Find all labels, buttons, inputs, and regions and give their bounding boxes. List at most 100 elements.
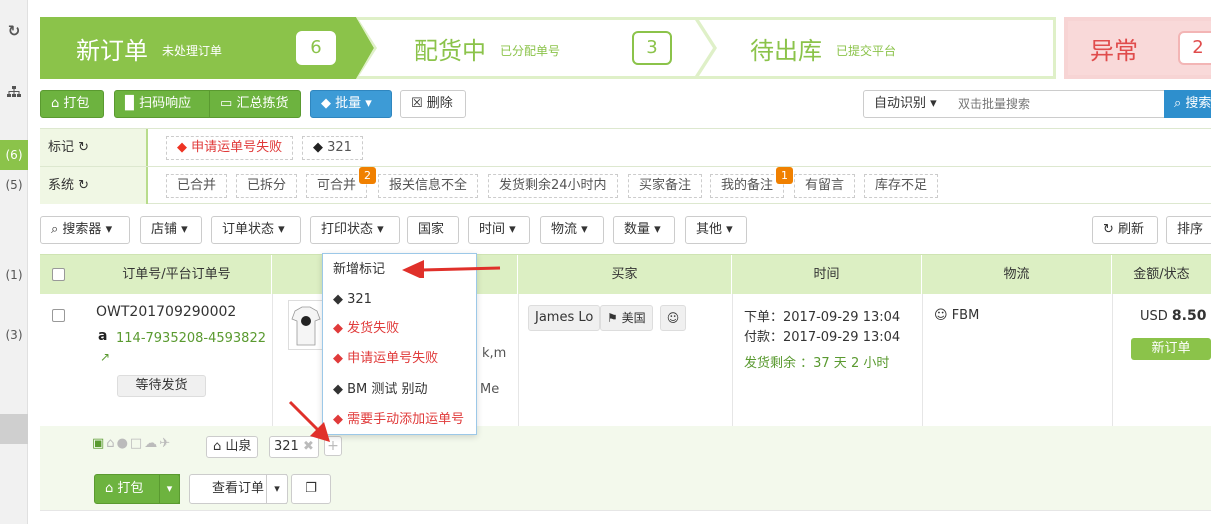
dropdown-item-ship-failed[interactable]: ◆ 发货失败 (333, 319, 399, 339)
tab-exception[interactable]: 异常 2 (1064, 17, 1211, 79)
order-status-dropdown[interactable]: 订单状态 ▾ (211, 216, 301, 244)
system-tag-my-note[interactable]: 我的备注 1 (710, 167, 794, 198)
buyer-name[interactable]: James Lo (528, 305, 601, 331)
tag-icon: ◆ (333, 351, 343, 366)
caret-down-icon: ▾ (930, 96, 937, 111)
red-arrow-annotation (288, 400, 330, 442)
refresh-icon[interactable]: ↻ (78, 178, 89, 193)
mark-tag-apply-failed[interactable]: ◆ 申请运单号失败 (166, 136, 294, 160)
tab-picking[interactable]: 配货中 已分配单号 3 (356, 17, 716, 79)
delete-button[interactable]: ☒ 删除 (400, 90, 466, 118)
system-tag-ship-within-24h[interactable]: 发货剩余24小时内 (488, 174, 618, 198)
platform-order-number[interactable]: 114-7935208-4593822 (116, 331, 266, 346)
row-checkbox[interactable] (52, 309, 65, 322)
tab-title: 新订单 (76, 37, 148, 65)
sidebar-count-1[interactable]: (1) (0, 268, 28, 282)
sidebar-count-active[interactable]: (6) (0, 140, 28, 170)
batch-button[interactable]: ◆ 批量 ▾ (310, 90, 392, 118)
tab-count: 3 (632, 31, 672, 65)
view-caret-button[interactable]: ▾ (266, 474, 288, 504)
mark-dropdown-menu: 新增标记 ◆ 321 ◆ 发货失败 ◆ 申请运单号失败 ◆ BM 测试 别动 ◆… (322, 253, 477, 435)
amount: USD 8.50 (1140, 308, 1207, 324)
tags-icon: ◆ (321, 96, 331, 111)
col-time: 时间 (732, 255, 922, 295)
user-icon: ☺ (934, 308, 948, 323)
copy-button[interactable]: ❐ (291, 474, 331, 504)
table-header: 订单号/平台订单号 买家 时间 物流 金额/状态 (40, 254, 1211, 295)
refresh-button[interactable]: ↻ 刷新 (1092, 216, 1158, 244)
search-icon: ⌕ (51, 222, 59, 237)
other-dropdown[interactable]: 其他 ▾ (685, 216, 747, 244)
mark-filter-row: 标记 ↻ ◆ 申请运单号失败 ◆ 321 (40, 128, 1211, 166)
logistics-dropdown[interactable]: 物流 ▾ (540, 216, 604, 244)
select-all-checkbox[interactable] (52, 268, 65, 281)
time-dropdown[interactable]: 时间 ▾ (468, 216, 530, 244)
dropdown-item-manual-tracking[interactable]: ◆ 需要手动添加运单号 (333, 410, 464, 430)
image-icon[interactable]: □ (130, 436, 144, 451)
search-button[interactable]: ⌕ 搜索 (1164, 90, 1211, 118)
warehouse-tag[interactable]: ⌂ 山泉 (206, 436, 259, 458)
scan-response-button[interactable]: ▉ 扫码响应 (114, 90, 210, 118)
external-link-icon[interactable]: ↗ (100, 350, 110, 364)
order-number[interactable]: OWT201709290002 (96, 304, 236, 320)
sidebar-count-3[interactable]: (3) (0, 328, 28, 342)
plane-icon[interactable]: ✈ (159, 436, 172, 451)
system-tag-has-message[interactable]: 有留言 (794, 174, 856, 198)
tab-subtitle: 已分配单号 (500, 44, 561, 58)
pack-caret-button[interactable]: ▾ (159, 474, 180, 504)
product-text: Me (480, 382, 500, 397)
searcher-dropdown[interactable]: ⌕ 搜索器 ▾ (40, 216, 130, 244)
dropdown-item-add-mark[interactable]: 新增标记 (333, 260, 385, 280)
product-image[interactable] (288, 300, 324, 350)
system-tag-buyer-note[interactable]: 买家备注 (628, 174, 703, 198)
dropdown-item-bm-test[interactable]: ◆ BM 测试 别动 (333, 380, 428, 400)
mark-tag-321[interactable]: ◆ 321 (302, 136, 363, 160)
tab-count: 2 (1178, 31, 1211, 65)
system-tag-low-stock[interactable]: 库存不足 (864, 174, 939, 198)
dropdown-item-apply-failed[interactable]: ◆ 申请运单号失败 (333, 349, 438, 369)
caret-down-icon: ▾ (365, 96, 372, 111)
amazon-icon: a (98, 328, 108, 344)
merge-count-badge: 2 (359, 167, 377, 184)
gift-icon[interactable]: ⌂ (106, 436, 116, 451)
left-sidebar: ↻ (6) (5) (1) (3) (0, 0, 28, 524)
sidebar-block[interactable] (0, 414, 28, 444)
auto-detect-dropdown[interactable]: 自动识别 ▾ (863, 90, 951, 118)
pay-time: 付款：2017-09-29 13:04 (744, 330, 901, 345)
shop-dropdown[interactable]: 店铺 ▾ (140, 216, 202, 244)
sitemap-icon[interactable] (0, 86, 28, 101)
print-status-dropdown[interactable]: 打印状态 ▾ (310, 216, 400, 244)
status-badge: 等待发货 (117, 375, 206, 397)
tab-new-order[interactable]: 新订单 未处理订单 6 (40, 17, 374, 79)
system-tag-split[interactable]: 已拆分 (236, 174, 298, 198)
red-arrow-annotation (402, 260, 501, 278)
copy-icon: ❐ (305, 481, 317, 496)
location-icon[interactable]: ● (117, 436, 130, 451)
country-button[interactable]: 国家 (407, 216, 459, 244)
refresh-icon[interactable]: ↻ (78, 140, 89, 155)
mark-label: 标记 ↻ (40, 129, 148, 166)
tab-pending-outbound[interactable]: 待出库 已提交平台 (696, 17, 1056, 79)
summary-pick-button[interactable]: ▭ 汇总拣货 (209, 90, 301, 118)
pack-button[interactable]: ⌂ 打包 (40, 90, 104, 118)
refresh-icon: ↻ (1103, 222, 1114, 237)
system-tag-merged[interactable]: 已合并 (166, 174, 228, 198)
order-status-steps: 新订单 未处理订单 6 配货中 已分配单号 3 待出库 已提交平台 异常 2 (40, 17, 1211, 79)
logistics-value: ☺ FBM (934, 308, 980, 323)
user-icon[interactable]: ☺ (660, 305, 686, 331)
system-tag-customs-incomplete[interactable]: 报关信息不全 (378, 174, 479, 198)
inbox-icon: ▭ (220, 96, 233, 111)
tag-icon: ◆ (177, 140, 187, 155)
order-status-badge: 新订单 (1131, 338, 1211, 360)
sort-button[interactable]: 排序 (1166, 216, 1211, 244)
dropdown-item-321[interactable]: ◆ 321 (333, 290, 372, 310)
system-tag-mergeable[interactable]: 可合并 2 (306, 167, 377, 198)
trash-icon: ☒ (411, 96, 423, 111)
sidebar-count-5[interactable]: (5) (0, 178, 28, 192)
money-icon[interactable]: ▣ (92, 436, 106, 451)
refresh-icon[interactable]: ↻ (0, 22, 28, 40)
quantity-dropdown[interactable]: 数量 ▾ (613, 216, 675, 244)
search-icon: ⌕ (1174, 96, 1182, 111)
cloud-icon[interactable]: ☁ (144, 436, 159, 451)
search-input[interactable] (950, 90, 1166, 118)
